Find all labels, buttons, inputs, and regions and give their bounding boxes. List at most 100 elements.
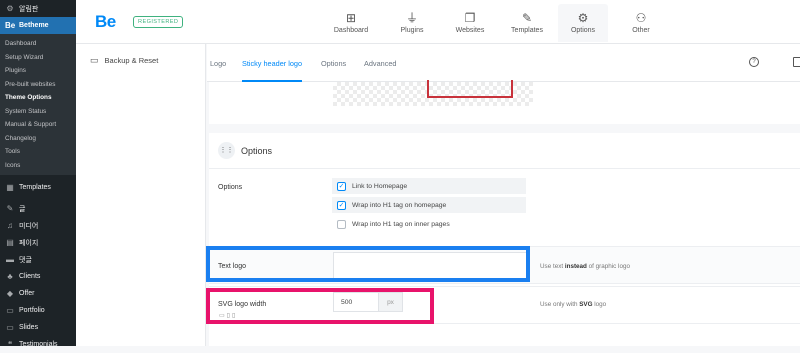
sidebar-item-portfolio[interactable]: ▭ Portfolio [0,302,76,319]
sidebar-item-offer[interactable]: ◆ Offer [0,285,76,302]
templates-icon: ✎ [521,11,533,25]
portfolio-icon: ▭ [6,306,14,315]
submenu-system-status[interactable]: System Status [0,105,76,119]
testimonials-icon: ❝ [7,340,13,349]
pink-highlight-frame [206,288,434,324]
backup-reset-item[interactable]: ▭ Backup & Reset [76,44,205,66]
checkbox-h1-inner-pages[interactable]: Wrap into H1 tag on inner pages [332,216,526,232]
options-row-label: Options [218,184,243,191]
plugins-icon: ⏚ [405,11,418,25]
bell-icon: ⚙ [6,4,14,13]
checkbox-checked-icon[interactable]: ✓ [337,181,346,191]
checkbox-label: Wrap into H1 tag on inner pages [352,220,450,228]
logo-preview-frame [427,80,513,98]
submenu-setup-wizard[interactable]: Setup Wizard [0,51,76,65]
tab-plugins[interactable]: ⏚ Plugins [392,4,432,42]
text-logo-hint: Use text instead of graphic logo [540,263,630,270]
tab-label: Options [570,27,596,34]
subtab-sticky-header-logo[interactable]: Sticky header logo [242,59,303,82]
hard-drive-icon: ▭ [90,55,99,65]
sidebar-item-dashboard-kr[interactable]: ⚙ 알림판 [0,0,76,17]
sidebar-item-betheme[interactable]: Be Betheme [0,17,76,34]
options-card-header: ⋮⋮ Options [209,133,800,169]
sidebar-item-templates[interactable]: ▦ Templates [0,179,76,196]
betheme-logo: Be [95,12,116,31]
checkbox-checked-icon[interactable]: ✓ [337,200,346,210]
clients-icon: ♣ [7,272,13,281]
sidebar-item-label: 미디어 [19,222,39,230]
sidebar-item-label: Slides [19,324,39,331]
tab-dashboard[interactable]: ⊞ Dashboard [326,4,376,42]
subtab-options[interactable]: Options [321,59,346,68]
logo-preview-card [209,80,800,124]
sidebar-item-label: 댓글 [19,256,32,264]
sidebar-item-label: Templates [19,184,51,191]
backup-reset-label: Backup & Reset [104,56,159,65]
submenu-plugins[interactable]: Plugins [0,64,76,78]
sidebar-item-label: Offer [19,290,35,297]
submenu-changelog[interactable]: Changelog [0,132,76,146]
betheme-header: Be REGISTERED ⊞ Dashboard ⏚ Plugins ❐ We… [76,0,800,44]
tab-websites[interactable]: ❐ Websites [448,4,492,42]
submenu-prebuilt-websites[interactable]: Pre-built websites [0,78,76,92]
checkbox-label: Link to Homepage [352,182,408,190]
sidebar-item-media[interactable]: ♫ 미디어 [0,217,76,234]
help-icon[interactable]: ? [749,57,759,67]
subtab-advanced[interactable]: Advanced [364,59,396,68]
other-icon: ⚇ [635,11,647,25]
sidebar-item-label: Betheme [19,22,49,29]
page-icon: ▤ [6,238,14,247]
tab-label: Other [632,27,650,34]
wp-admin-sidebar: ⚙ 알림판 Be Betheme Dashboard Setup Wizard … [0,0,76,349]
sidebar-item-clients[interactable]: ♣ Clients [0,268,76,285]
info-icon[interactable] [793,57,800,67]
tab-label: Dashboard [333,27,369,34]
tab-templates[interactable]: ✎ Templates [504,4,550,42]
tab-label: Plugins [400,27,424,34]
dashboard-icon: ⊞ [345,11,357,25]
sidebar-item-label: 알림판 [19,5,39,13]
subtab-logo[interactable]: Logo [210,59,226,68]
betheme-logo: Be [5,21,16,30]
checkbox-unchecked-icon[interactable] [337,219,346,229]
templates-icon: ▦ [6,183,14,192]
main-content: ⋮⋮ Options Options ✓ Link to Homepage ✓ … [206,80,800,346]
options-left-panel: ▭ Backup & Reset [76,44,206,346]
svg-width-hint: Use only with SVG logo [540,301,607,308]
sidebar-item-posts[interactable]: ✎ 글 [0,200,76,217]
submenu-icons[interactable]: Icons [0,159,76,173]
submenu-manual-support[interactable]: Manual & Support [0,118,76,132]
offer-icon: ◆ [6,289,14,298]
media-icon: ♫ [7,221,13,230]
sidebar-item-label: Portfolio [19,307,45,314]
sidebar-item-pages[interactable]: ▤ 페이지 [0,234,76,251]
comment-icon: ▬ [6,255,14,264]
sidebar-item-label: 페이지 [19,239,39,247]
submenu-theme-options[interactable]: Theme Options [0,91,76,105]
sidebar-item-label: Testimonials [19,341,58,348]
logo-subtabs: Logo Sticky header logo Options Advanced… [207,44,800,82]
checkbox-link-homepage[interactable]: ✓ Link to Homepage [332,178,526,194]
tab-label: Templates [511,27,543,34]
blue-highlight-frame [206,246,530,282]
options-card: ⋮⋮ Options Options ✓ Link to Homepage ✓ … [206,133,800,346]
grid-dots-icon: ⋮⋮ [218,142,235,159]
tab-options[interactable]: ⚙ Options [558,4,608,42]
tab-other[interactable]: ⚇ Other [624,4,658,42]
sidebar-item-label: Clients [19,273,41,280]
options-card-title: Options [241,146,273,156]
checkbox-h1-homepage[interactable]: ✓ Wrap into H1 tag on homepage [332,197,526,213]
slides-icon: ▭ [6,323,14,332]
sidebar-item-comments[interactable]: ▬ 댓글 [0,251,76,268]
options-gear-icon: ⚙ [577,11,589,25]
sidebar-item-testimonials[interactable]: ❝ Testimonials [0,336,76,353]
sidebar-item-label: 글 [19,205,26,213]
submenu-tools[interactable]: Tools [0,145,76,159]
tab-label: Websites [455,27,485,34]
checkbox-label: Wrap into H1 tag on homepage [352,201,447,209]
betheme-submenu: Dashboard Setup Wizard Plugins Pre-built… [0,34,76,175]
submenu-dashboard[interactable]: Dashboard [0,37,76,51]
pin-icon: ✎ [6,204,14,213]
sidebar-item-slides[interactable]: ▭ Slides [0,319,76,336]
registered-badge: REGISTERED [133,16,184,28]
